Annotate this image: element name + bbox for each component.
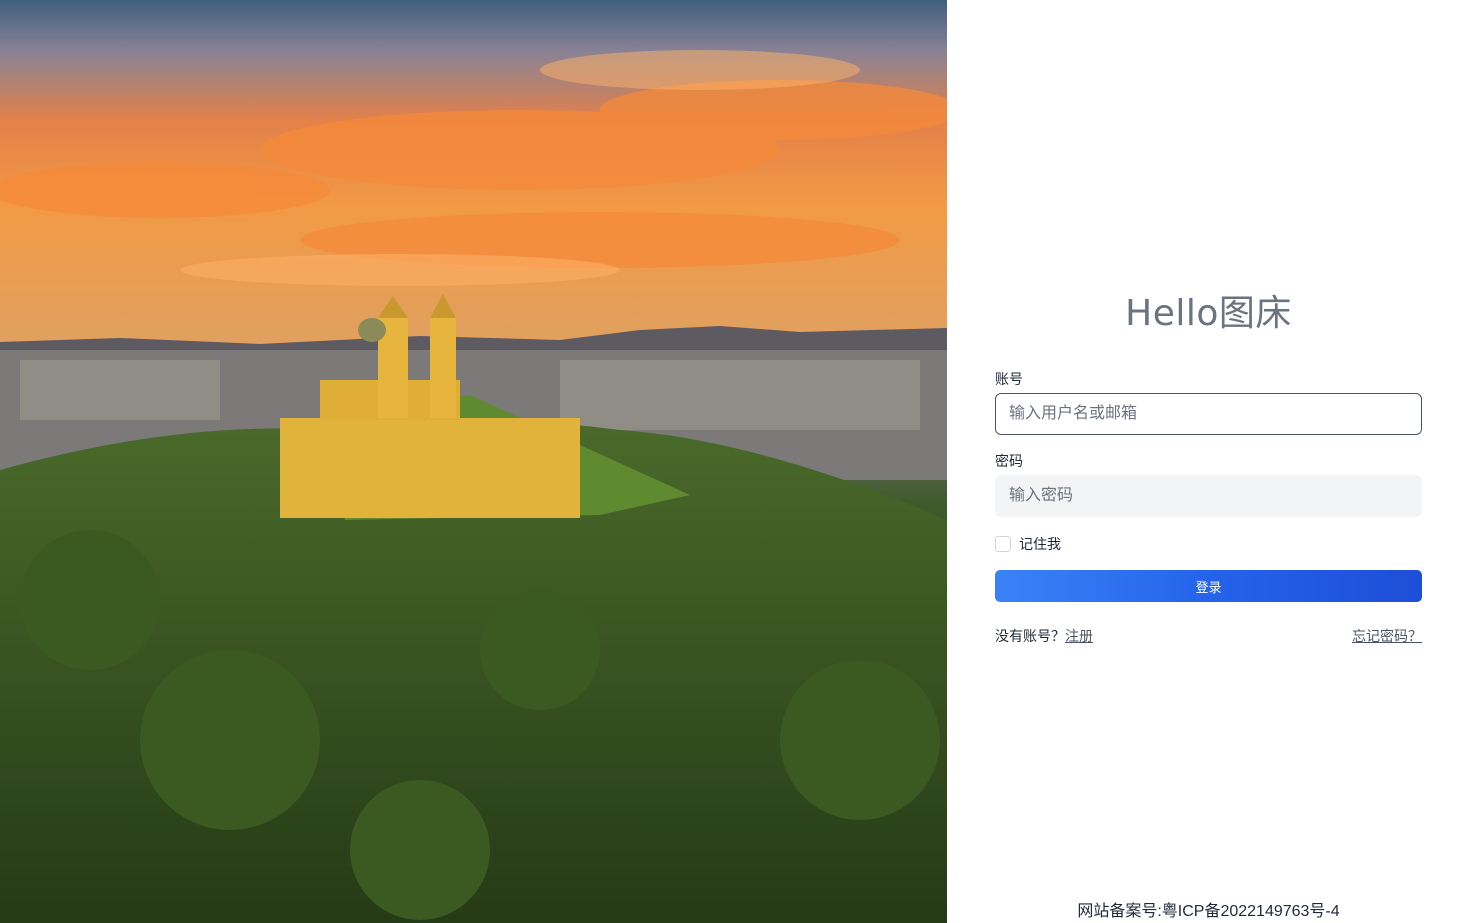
page-title: Hello图床 bbox=[1125, 293, 1292, 334]
remember-me[interactable]: 记住我 bbox=[995, 534, 1061, 554]
register-link[interactable]: 注册 bbox=[1065, 628, 1093, 644]
hero-image bbox=[0, 0, 947, 923]
username-label: 账号 bbox=[995, 371, 1023, 387]
no-account-text: 没有账号？ bbox=[995, 628, 1065, 644]
username-input[interactable] bbox=[995, 393, 1422, 435]
remember-label: 记住我 bbox=[1019, 536, 1061, 552]
remember-checkbox[interactable] bbox=[995, 536, 1011, 552]
password-input[interactable] bbox=[995, 475, 1422, 517]
icp-footer: 网站备案号:粤ICP备2022149763号-4 bbox=[1077, 903, 1340, 920]
forgot-password-link[interactable]: 忘记密码？ bbox=[1352, 626, 1422, 646]
login-panel: Hello图床 账号 密码 记住我 登录 没有账号？注册 忘记密码？ 网站备案号… bbox=[947, 0, 1470, 923]
login-button[interactable]: 登录 bbox=[995, 570, 1422, 602]
password-label: 密码 bbox=[995, 453, 1023, 469]
hero-landscape-illustration bbox=[0, 0, 947, 923]
register-prompt: 没有账号？注册 bbox=[995, 626, 1093, 646]
